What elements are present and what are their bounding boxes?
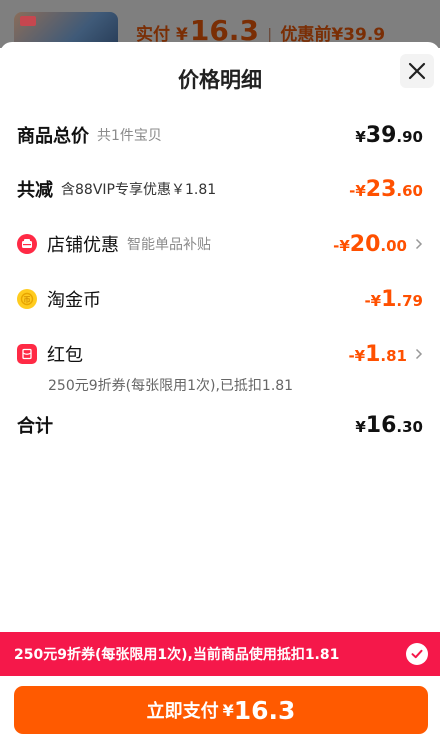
chevron-right-icon bbox=[415, 348, 423, 360]
total-reduction-amount: -¥ 23 .60 bbox=[349, 176, 423, 202]
sheet-title: 价格明细 bbox=[178, 68, 262, 92]
row-total-reduction: 共减 含88VIP专享优惠￥1.81 -¥ 23 .60 bbox=[17, 176, 423, 202]
background-page: 实付 ¥ 16.3 | 优惠前 ¥39.9 bbox=[0, 0, 440, 48]
coupon-banner-text: 250元9折券(每张限用1次),当前商品使用抵扣1.81 bbox=[14, 647, 340, 663]
check-icon[interactable] bbox=[406, 643, 428, 665]
chevron-right-icon bbox=[415, 238, 423, 250]
row-goods-total: 商品总价 共1件宝贝 ¥ 39 .90 bbox=[17, 122, 423, 148]
svg-text:币: 币 bbox=[24, 295, 31, 304]
pay-now-button[interactable]: 立即支付 ¥ 16.3 bbox=[14, 686, 428, 734]
sum-amount: ¥ 16 .30 bbox=[355, 412, 423, 438]
red-packet-note: 250元9折券(每张限用1次),已抵扣1.81 bbox=[48, 378, 294, 394]
close-icon bbox=[408, 62, 426, 80]
row-sum: 合计 ¥ 16 .30 bbox=[17, 412, 423, 438]
row-store-discount[interactable]: 店铺优惠 智能单品补贴 -¥ 20 .00 bbox=[17, 231, 423, 257]
red-packet-amount: -¥ 1 .81 bbox=[348, 341, 407, 367]
coupon-banner[interactable]: 250元9折券(每张限用1次),当前商品使用抵扣1.81 bbox=[0, 632, 440, 676]
red-packet-icon bbox=[17, 344, 37, 364]
coins-amount: -¥ 1 .79 bbox=[364, 286, 423, 312]
row-taobao-coins: 币 淘金币 -¥ 1 .79 bbox=[17, 286, 423, 312]
row-red-packet[interactable]: 红包 -¥ 1 .81 bbox=[17, 341, 423, 367]
close-button[interactable] bbox=[400, 54, 434, 88]
store-icon bbox=[17, 234, 37, 254]
goods-total-amount: ¥ 39 .90 bbox=[355, 122, 423, 148]
store-discount-amount: -¥ 20 .00 bbox=[333, 231, 407, 257]
coin-icon: 币 bbox=[17, 289, 37, 309]
